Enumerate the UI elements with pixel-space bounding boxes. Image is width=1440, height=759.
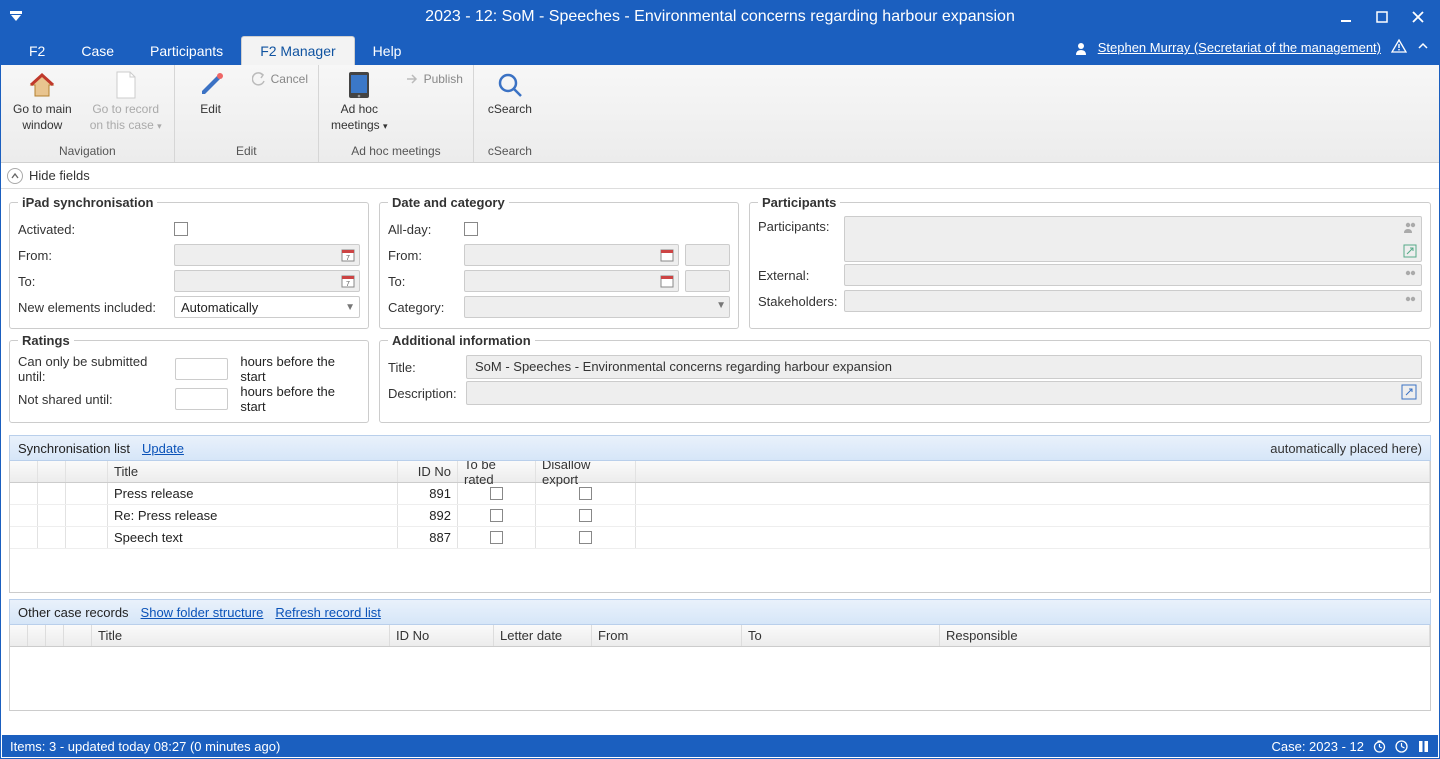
ipad-to-input[interactable]: 7 <box>174 270 360 292</box>
stakeholders-input[interactable] <box>844 290 1422 312</box>
tab-participants[interactable]: Participants <box>132 37 241 65</box>
ribbon-group-csearch: cSearch <box>480 142 540 162</box>
window-title: 2023 - 12: SoM - Speeches - Environmenta… <box>425 8 1015 26</box>
timer-icon[interactable] <box>1372 739 1386 753</box>
edit-button[interactable]: Edit <box>181 67 241 119</box>
calendar-icon: 7 <box>340 247 356 263</box>
main-menu: F2 Case Participants F2 Manager Help Ste… <box>1 33 1439 65</box>
arrow-right-icon <box>404 71 420 87</box>
ipad-from-input[interactable]: 7 <box>174 244 360 266</box>
csearch-button[interactable]: cSearch <box>480 67 540 119</box>
submit-hours-input[interactable] <box>175 358 228 380</box>
date-to-input[interactable] <box>464 270 679 292</box>
external-input[interactable] <box>844 264 1422 286</box>
fieldset-date-category: Date and category All-day: From: To: Cat… <box>379 195 739 329</box>
svg-text:7: 7 <box>346 281 350 288</box>
rate-checkbox[interactable] <box>490 487 503 500</box>
show-folder-link[interactable]: Show folder structure <box>141 605 264 620</box>
other-records-header: Other case records Show folder structure… <box>9 599 1431 625</box>
ribbon-group-edit: Edit <box>181 142 312 162</box>
close-button[interactable] <box>1409 8 1427 26</box>
ribbon-group-navigation: Navigation <box>7 142 168 162</box>
system-menu-icon[interactable] <box>7 8 25 26</box>
publish-button: Publish <box>400 69 467 89</box>
status-bar: Items: 3 - updated today 08:27 (0 minute… <box>2 735 1438 757</box>
pause-icon[interactable] <box>1416 739 1430 753</box>
tab-case[interactable]: Case <box>63 37 132 65</box>
sync-list-header: Synchronisation list Update automaticall… <box>9 435 1431 461</box>
cancel-button: Cancel <box>247 69 312 89</box>
pencil-icon <box>195 69 227 101</box>
tab-help[interactable]: Help <box>355 37 420 65</box>
go-record-button: Go to record on this case ▾ <box>84 67 168 135</box>
search-icon <box>494 69 526 101</box>
share-hours-input[interactable] <box>175 388 228 410</box>
user-link[interactable]: Stephen Murray (Secretariat of the manag… <box>1098 40 1381 55</box>
activated-checkbox[interactable] <box>174 222 188 236</box>
tab-f2[interactable]: F2 <box>11 37 63 65</box>
fieldset-ratings: Ratings Can only be submitted until:hour… <box>9 333 369 423</box>
fieldset-ipad-sync: iPad synchronisation Activated: From:7 T… <box>9 195 369 329</box>
tab-f2-manager[interactable]: F2 Manager <box>241 36 354 65</box>
allday-checkbox[interactable] <box>464 222 478 236</box>
sync-table-header: Title ID No To be rated Disallow export <box>10 461 1430 483</box>
go-main-window-button[interactable]: Go to main window <box>7 67 78 135</box>
home-icon <box>26 69 58 101</box>
status-case: Case: 2023 - 12 <box>1271 739 1364 754</box>
people-icon[interactable] <box>1402 267 1418 283</box>
disallow-checkbox[interactable] <box>579 509 592 522</box>
clock-icon[interactable] <box>1394 739 1408 753</box>
title-input[interactable]: SoM - Speeches - Environmental concerns … <box>466 355 1422 379</box>
adhoc-meetings-button[interactable]: Ad hoc meetings ▾ <box>325 67 394 135</box>
rate-checkbox[interactable] <box>490 531 503 544</box>
minimize-button[interactable] <box>1337 8 1355 26</box>
fieldset-additional-info: Additional information Title:SoM - Speec… <box>379 333 1431 423</box>
table-row[interactable]: Press release891 <box>10 483 1430 505</box>
expand-icon[interactable] <box>1402 243 1418 259</box>
category-select[interactable]: ▼ <box>464 296 730 318</box>
ribbon: Go to main window Go to record on this c… <box>1 65 1439 163</box>
update-link[interactable]: Update <box>142 441 184 456</box>
time-from-input[interactable] <box>685 244 730 266</box>
tablet-icon <box>343 69 375 101</box>
description-input[interactable] <box>466 381 1422 405</box>
time-to-input[interactable] <box>685 270 730 292</box>
table-row[interactable]: Re: Press release892 <box>10 505 1430 527</box>
chevron-down-icon: ▼ <box>716 300 726 311</box>
disallow-checkbox[interactable] <box>579 531 592 544</box>
other-table-header: Title ID No Letter date From To Responsi… <box>10 625 1430 647</box>
maximize-button[interactable] <box>1373 8 1391 26</box>
calendar-icon <box>659 273 675 289</box>
participants-input[interactable] <box>844 216 1422 262</box>
chevron-down-icon: ▼ <box>345 302 355 313</box>
fieldset-participants: Participants Participants: External: Sta… <box>749 195 1431 329</box>
date-from-input[interactable] <box>464 244 679 266</box>
calendar-icon: 7 <box>340 273 356 289</box>
people-icon[interactable] <box>1402 219 1418 235</box>
ribbon-collapse-icon[interactable] <box>1417 40 1429 55</box>
document-icon <box>110 69 142 101</box>
calendar-icon <box>659 247 675 263</box>
other-records-table: Title ID No Letter date From To Responsi… <box>9 625 1431 711</box>
expand-icon[interactable] <box>1401 384 1419 402</box>
title-bar: 2023 - 12: SoM - Speeches - Environmenta… <box>1 1 1439 33</box>
sync-list-table: Title ID No To be rated Disallow export … <box>9 461 1431 593</box>
people-icon[interactable] <box>1402 293 1418 309</box>
user-icon <box>1074 40 1088 56</box>
table-row[interactable]: Speech text887 <box>10 527 1430 549</box>
rate-checkbox[interactable] <box>490 509 503 522</box>
chevron-up-icon <box>7 168 23 184</box>
hide-fields-toggle[interactable]: Hide fields <box>1 163 1439 189</box>
status-left: Items: 3 - updated today 08:27 (0 minute… <box>10 739 280 754</box>
window-controls <box>1337 8 1439 26</box>
ribbon-group-adhoc: Ad hoc meetings <box>325 142 467 162</box>
svg-text:7: 7 <box>346 255 350 262</box>
refresh-list-link[interactable]: Refresh record list <box>275 605 380 620</box>
undo-icon <box>251 71 267 87</box>
disallow-checkbox[interactable] <box>579 487 592 500</box>
warning-icon[interactable] <box>1391 38 1407 57</box>
new-elements-select[interactable]: Automatically▼ <box>174 296 360 318</box>
